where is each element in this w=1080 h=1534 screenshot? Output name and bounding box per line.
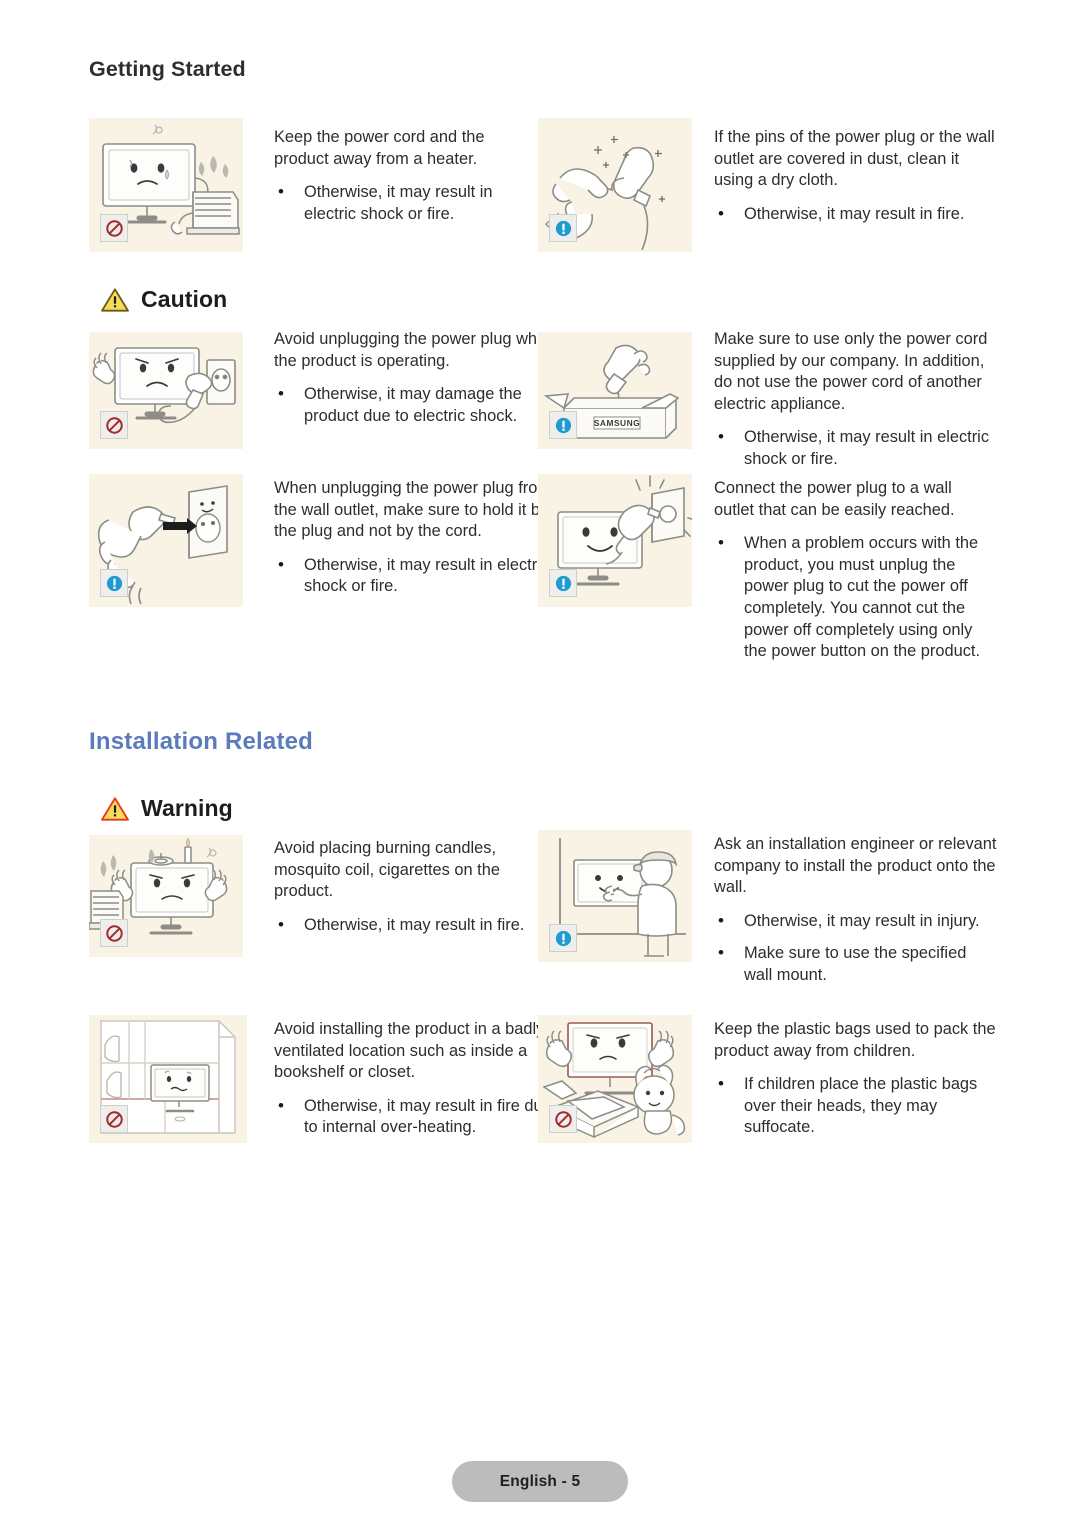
illustration-plug-coming-out-of-samsung-box: SAMSUNG <box>538 332 692 449</box>
info-exclamation-icon <box>549 411 577 439</box>
bullet-list: Otherwise, it may result in injury. Make… <box>714 910 999 987</box>
bullet-list: Otherwise, it may result in electric sho… <box>714 426 1001 470</box>
safety-item-copy: Avoid installing the product in a badly-… <box>274 1019 560 1139</box>
bullet: Otherwise, it may result in electric sho… <box>714 426 1001 470</box>
prohibition-icon <box>549 1105 577 1133</box>
safety-item-copy: Keep the plastic bags used to pack the p… <box>714 1019 1004 1139</box>
bullet-list: Otherwise, it may result in electric sho… <box>274 554 556 598</box>
illustration-smiling-monitor-plugging-into-outlet <box>538 474 692 607</box>
illustration-monitor-sweating-next-to-heater <box>89 118 243 252</box>
safety-item-copy: Avoid unplugging the power plug while th… <box>274 329 556 427</box>
safety-item-copy: Keep the power cord and the product away… <box>274 127 542 225</box>
caution-triangle-icon <box>100 287 130 313</box>
svg-text:SAMSUNG: SAMSUNG <box>594 418 640 428</box>
prohibition-icon <box>100 214 128 242</box>
bullet: Otherwise, it may result in fire due to … <box>274 1095 560 1139</box>
bullet: Make sure to use the specified wall moun… <box>714 942 999 986</box>
illustration-monitor-with-candle-and-mosquito-coil <box>89 835 243 957</box>
illustration-angry-monitor-plug-pulled-from-outlet <box>89 332 243 449</box>
footer-page-label: English - 5 <box>452 1461 628 1502</box>
safety-item-copy: Connect the power plug to a wall outlet … <box>714 478 994 663</box>
caution-label: Caution <box>141 286 228 312</box>
illustration-hand-pulling-plug-from-wall-outlet <box>89 474 243 607</box>
bullet: Otherwise, it may result in injury. <box>714 910 999 933</box>
bullet: Otherwise, it may result in electric sho… <box>274 554 556 598</box>
warning-triangle-icon <box>100 796 130 822</box>
info-exclamation-icon <box>100 569 128 597</box>
caution-heading: Caution <box>100 286 227 313</box>
illustration-hand-wiping-plug-with-cloth <box>538 118 692 252</box>
bullet: If children place the plastic bags over … <box>714 1073 1004 1139</box>
bullet: When a problem occurs with the product, … <box>714 532 994 663</box>
running-head: Getting Started <box>89 57 246 81</box>
warning-heading: Warning <box>100 795 233 822</box>
bullet: Otherwise, it may result in electric sho… <box>274 181 542 225</box>
info-exclamation-icon <box>549 214 577 242</box>
bullet-list: If children place the plastic bags over … <box>714 1073 1004 1139</box>
warning-label: Warning <box>141 795 233 821</box>
bullet-list: Otherwise, it may result in fire due to … <box>274 1095 560 1139</box>
bullet-list: When a problem occurs with the product, … <box>714 532 994 663</box>
prohibition-icon <box>100 1105 128 1133</box>
safety-item-copy: If the pins of the power plug or the wal… <box>714 127 996 225</box>
section-title-installation-related: Installation Related <box>89 728 314 755</box>
safety-item-copy: Avoid placing burning candles, mosquito … <box>274 838 562 936</box>
bullet-list: Otherwise, it may damage the product due… <box>274 383 556 427</box>
bullet: Otherwise, it may result in fire. <box>274 914 562 937</box>
safety-item-copy: Ask an installation engineer or relevant… <box>714 834 999 987</box>
illustration-monitor-inside-bookshelf-closet <box>89 1015 247 1143</box>
bullet-list: Otherwise, it may result in fire. <box>274 914 562 937</box>
safety-item-copy: Make sure to use only the power cord sup… <box>714 329 1001 471</box>
illustration-child-with-plastic-bag-near-unboxed-monitor <box>538 1015 692 1143</box>
bullet-list: Otherwise, it may result in electric sho… <box>274 181 542 225</box>
safety-item-copy: When unplugging the power plug from the … <box>274 478 556 598</box>
bullet: Otherwise, it may damage the product due… <box>274 383 556 427</box>
manual-page: Getting Started Keep the power cord and … <box>0 0 1080 1534</box>
prohibition-icon <box>100 919 128 947</box>
bullet-list: Otherwise, it may result in fire. <box>714 203 996 226</box>
info-exclamation-icon <box>549 924 577 952</box>
illustration-engineer-installing-monitor-on-wall <box>538 830 692 962</box>
prohibition-icon <box>100 411 128 439</box>
info-exclamation-icon <box>549 569 577 597</box>
bullet: Otherwise, it may result in fire. <box>714 203 996 226</box>
